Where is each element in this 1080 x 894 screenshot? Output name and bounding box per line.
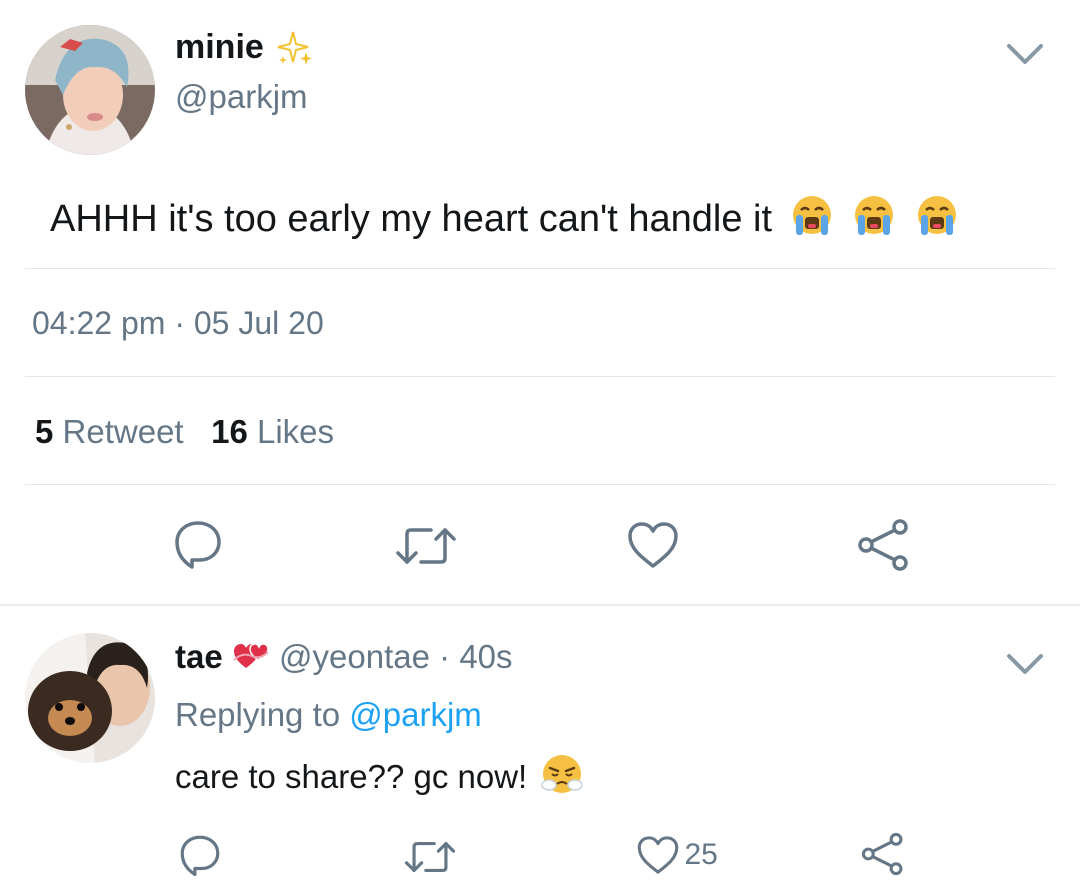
- retweet-icon[interactable]: [404, 838, 456, 876]
- face-with-steam-emoji: [541, 755, 584, 793]
- display-name[interactable]: minie: [175, 28, 264, 67]
- retweet-icon[interactable]: [395, 524, 457, 568]
- replying-label: Replying to: [175, 696, 341, 733]
- tweet-timestamp[interactable]: 04:22 pm · 05 Jul 20: [32, 305, 324, 342]
- loudly-crying-face-emoji: [855, 196, 894, 235]
- reply-text: care to share?? gc now!: [175, 752, 584, 796]
- divider: [25, 268, 1055, 269]
- reply-header: tae @yeontae · 40s: [175, 638, 513, 676]
- share-icon[interactable]: [860, 832, 906, 876]
- reply-icon[interactable]: [178, 833, 222, 877]
- replying-to: Replying to @parkjm: [175, 696, 482, 734]
- retweet-count: 5: [35, 413, 54, 450]
- loudly-crying-face-emoji: [792, 196, 831, 235]
- user-handle[interactable]: @yeontae: [279, 638, 430, 675]
- separator-dot: ·: [439, 638, 451, 675]
- tweet-text-content: AHHH it's too early my heart can't handl…: [50, 198, 773, 240]
- like-button[interactable]: 25: [636, 834, 718, 876]
- display-name[interactable]: tae: [175, 638, 223, 675]
- share-icon[interactable]: [856, 518, 912, 572]
- tweet-age[interactable]: 40s: [459, 638, 512, 675]
- likes-label: Likes: [257, 413, 335, 450]
- like-icon[interactable]: [626, 520, 680, 570]
- avatar-minie[interactable]: [25, 25, 155, 155]
- section-divider: [0, 604, 1080, 606]
- reply-text-content: care to share?? gc now!: [175, 758, 528, 795]
- like-icon[interactable]: [636, 834, 680, 876]
- retweets-stat[interactable]: 5 Retweet: [35, 413, 184, 450]
- chevron-down-icon[interactable]: [1005, 40, 1045, 68]
- heart-with-ribbon-emoji: [233, 643, 269, 668]
- user-handle[interactable]: @parkjm: [175, 78, 308, 116]
- avatar-tae[interactable]: [25, 633, 155, 763]
- chevron-down-icon[interactable]: [1005, 650, 1045, 678]
- reply-icon[interactable]: [172, 518, 224, 570]
- tweet-stats: 5 Retweet 16 Likes: [35, 413, 334, 451]
- retweet-label: Retweet: [62, 413, 184, 450]
- loudly-crying-face-emoji: [917, 196, 956, 235]
- like-count: 16: [211, 413, 248, 450]
- like-count: 25: [684, 838, 718, 871]
- divider: [25, 484, 1055, 485]
- likes-stat[interactable]: 16 Likes: [211, 413, 334, 450]
- sparkles-emoji: [277, 31, 312, 65]
- mention-link[interactable]: @parkjm: [349, 696, 482, 733]
- divider: [25, 376, 1055, 377]
- tweet-text: AHHH it's too early my heart can't handl…: [50, 193, 960, 241]
